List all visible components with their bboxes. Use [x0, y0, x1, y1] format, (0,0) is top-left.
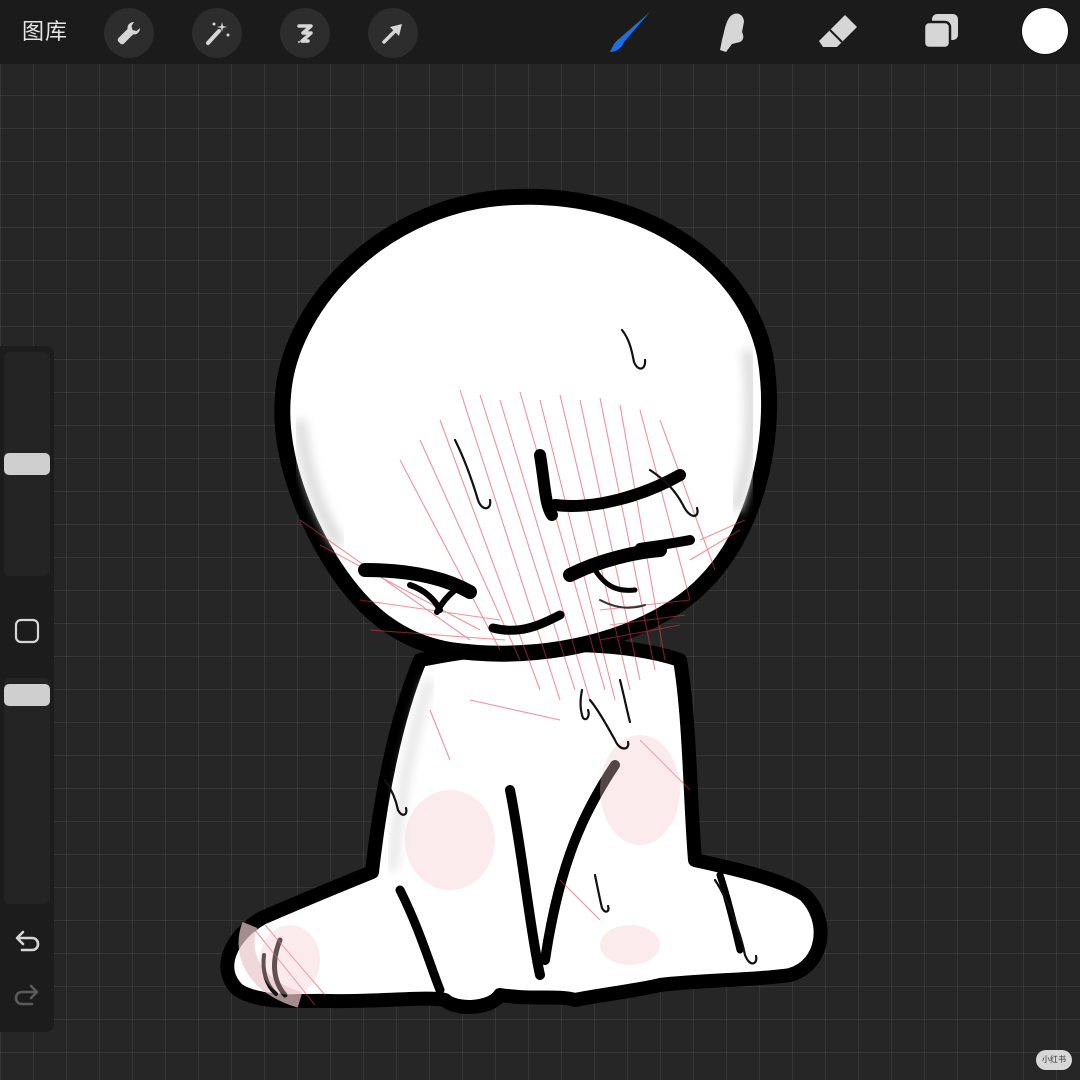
- watermark-badge: 小红书: [1036, 1050, 1072, 1070]
- smudge-tool-button[interactable]: [708, 6, 760, 58]
- gallery-button[interactable]: 图库: [22, 14, 68, 46]
- undo-icon[interactable]: [12, 926, 42, 956]
- top-toolbar: 图库: [0, 0, 1080, 64]
- layers-button[interactable]: [914, 6, 966, 58]
- brush-icon: [610, 12, 650, 52]
- layers-icon: [922, 14, 958, 50]
- redo-icon[interactable]: [12, 980, 42, 1010]
- selection-s-icon: [297, 24, 313, 43]
- transform-arrow-icon: [382, 24, 402, 44]
- eraser-icon: [819, 15, 857, 47]
- square-modifier-icon[interactable]: [14, 618, 40, 644]
- opacity-slider[interactable]: [4, 678, 50, 904]
- adjustments-button[interactable]: [192, 8, 242, 58]
- wrench-icon: [117, 22, 140, 45]
- left-sidebar: [0, 346, 54, 1032]
- color-picker-button[interactable]: [1022, 8, 1068, 54]
- actions-button[interactable]: [104, 8, 154, 58]
- brush-size-thumb[interactable]: [4, 453, 50, 475]
- brush-tool-button[interactable]: [604, 6, 656, 58]
- opacity-thumb[interactable]: [4, 684, 50, 706]
- brush-size-slider[interactable]: [4, 352, 50, 576]
- character-head: [274, 188, 778, 662]
- procreate-screen: 图库 小红书: [0, 0, 1080, 1080]
- character-illustration: [220, 188, 828, 1014]
- transform-button[interactable]: [368, 8, 418, 58]
- selection-button[interactable]: [280, 8, 330, 58]
- magic-wand-icon: [206, 22, 230, 45]
- eraser-tool-button[interactable]: [812, 6, 864, 58]
- smudge-icon: [720, 13, 744, 53]
